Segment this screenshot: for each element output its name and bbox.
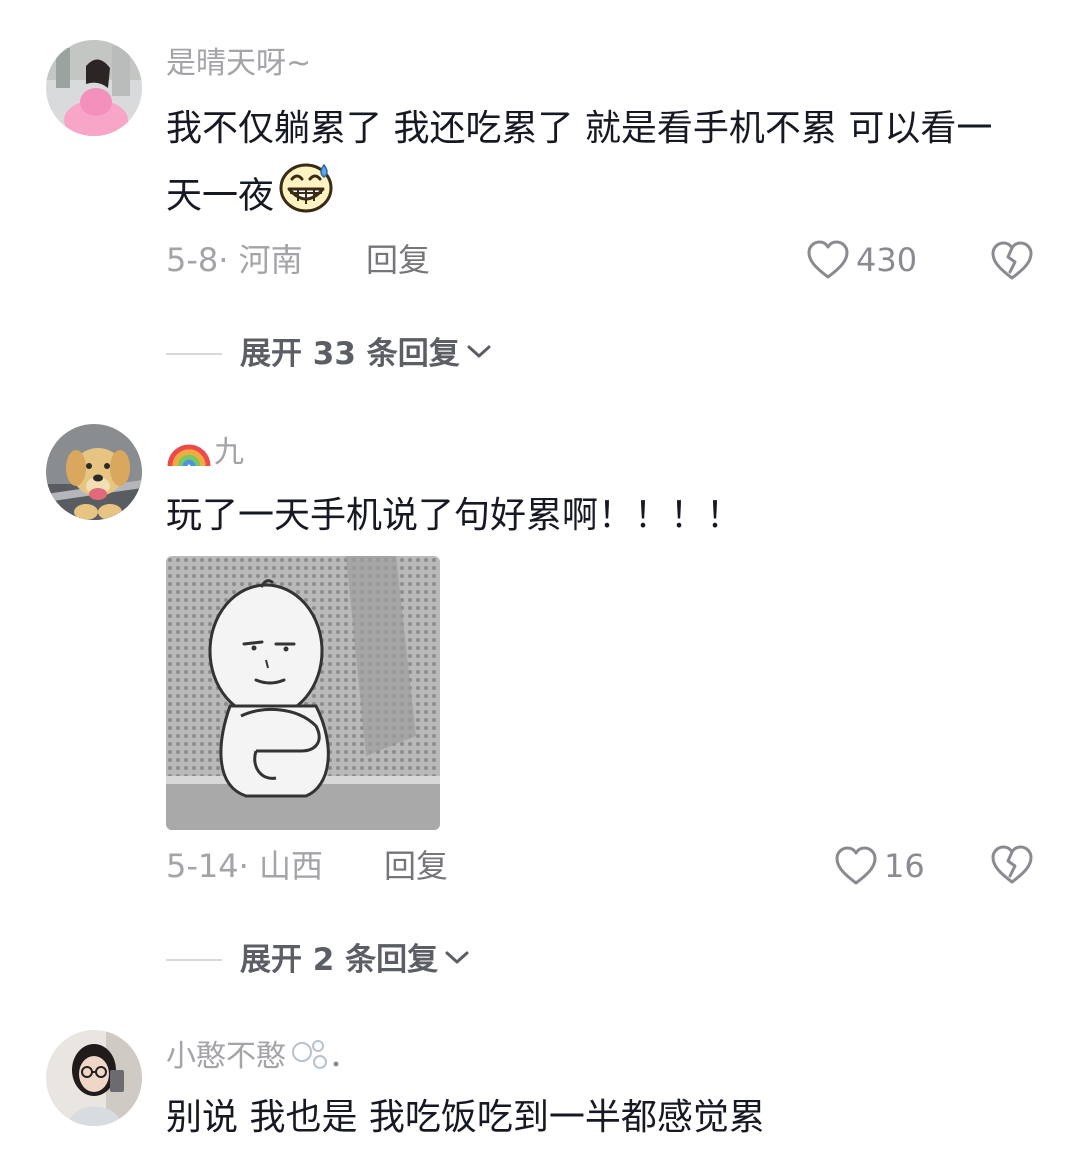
reply-button[interactable]: 回复 bbox=[366, 240, 430, 280]
dislike-button[interactable] bbox=[990, 240, 1034, 286]
expand-replies-button[interactable]: 展开 2 条回复 bbox=[166, 940, 470, 980]
avatar[interactable] bbox=[46, 40, 142, 136]
divider bbox=[166, 353, 222, 355]
dislike-button[interactable] bbox=[990, 844, 1034, 890]
reply-button[interactable]: 回复 bbox=[384, 846, 448, 886]
broken-heart-icon bbox=[990, 845, 1034, 890]
expand-replies-label: 展开 2 条回复 bbox=[240, 942, 439, 978]
like-button[interactable]: 16 bbox=[834, 844, 925, 888]
rainbow-emoji bbox=[166, 428, 212, 479]
comment-text: 玩了一天手机说了句好累啊！！！！ bbox=[166, 495, 743, 536]
like-count: 430 bbox=[856, 241, 918, 279]
chevron-down-icon bbox=[444, 949, 470, 971]
expand-replies-label: 展开 33 条回复 bbox=[240, 336, 460, 372]
avatar[interactable] bbox=[46, 424, 142, 520]
comment-date: 5-8 bbox=[166, 241, 219, 279]
comment-location: 河南 bbox=[238, 241, 303, 279]
comment-date: 5-14 bbox=[166, 847, 239, 885]
username[interactable]: 小憨不憨 bbox=[166, 1039, 286, 1074]
like-button[interactable]: 430 bbox=[806, 238, 917, 282]
avatar[interactable] bbox=[46, 1030, 142, 1126]
bubbles-emoji bbox=[290, 1034, 342, 1081]
meta-separator: · bbox=[218, 241, 239, 279]
comment-text: 别说 我也是 我吃饭吃到一半都感觉累 bbox=[166, 1097, 765, 1138]
meta-separator: · bbox=[238, 847, 259, 885]
comment-list: 是晴天呀~ 我不仅躺累了 我还吃累了 就是看手机不累 可以看一天一夜 5-8· … bbox=[0, 0, 1080, 1155]
chevron-down-icon bbox=[466, 343, 492, 365]
comment-location: 山西 bbox=[258, 847, 323, 885]
grinning-sweat-emoji bbox=[278, 161, 334, 234]
broken-heart-icon bbox=[990, 241, 1034, 286]
heart-outline-icon bbox=[834, 845, 878, 887]
username[interactable]: 是晴天呀~ bbox=[166, 46, 311, 81]
like-count: 16 bbox=[884, 847, 925, 885]
sticker-image[interactable] bbox=[166, 556, 440, 830]
divider bbox=[166, 959, 222, 961]
username[interactable]: 九 bbox=[214, 435, 244, 470]
expand-replies-button[interactable]: 展开 33 条回复 bbox=[166, 334, 492, 374]
heart-outline-icon bbox=[806, 239, 850, 281]
